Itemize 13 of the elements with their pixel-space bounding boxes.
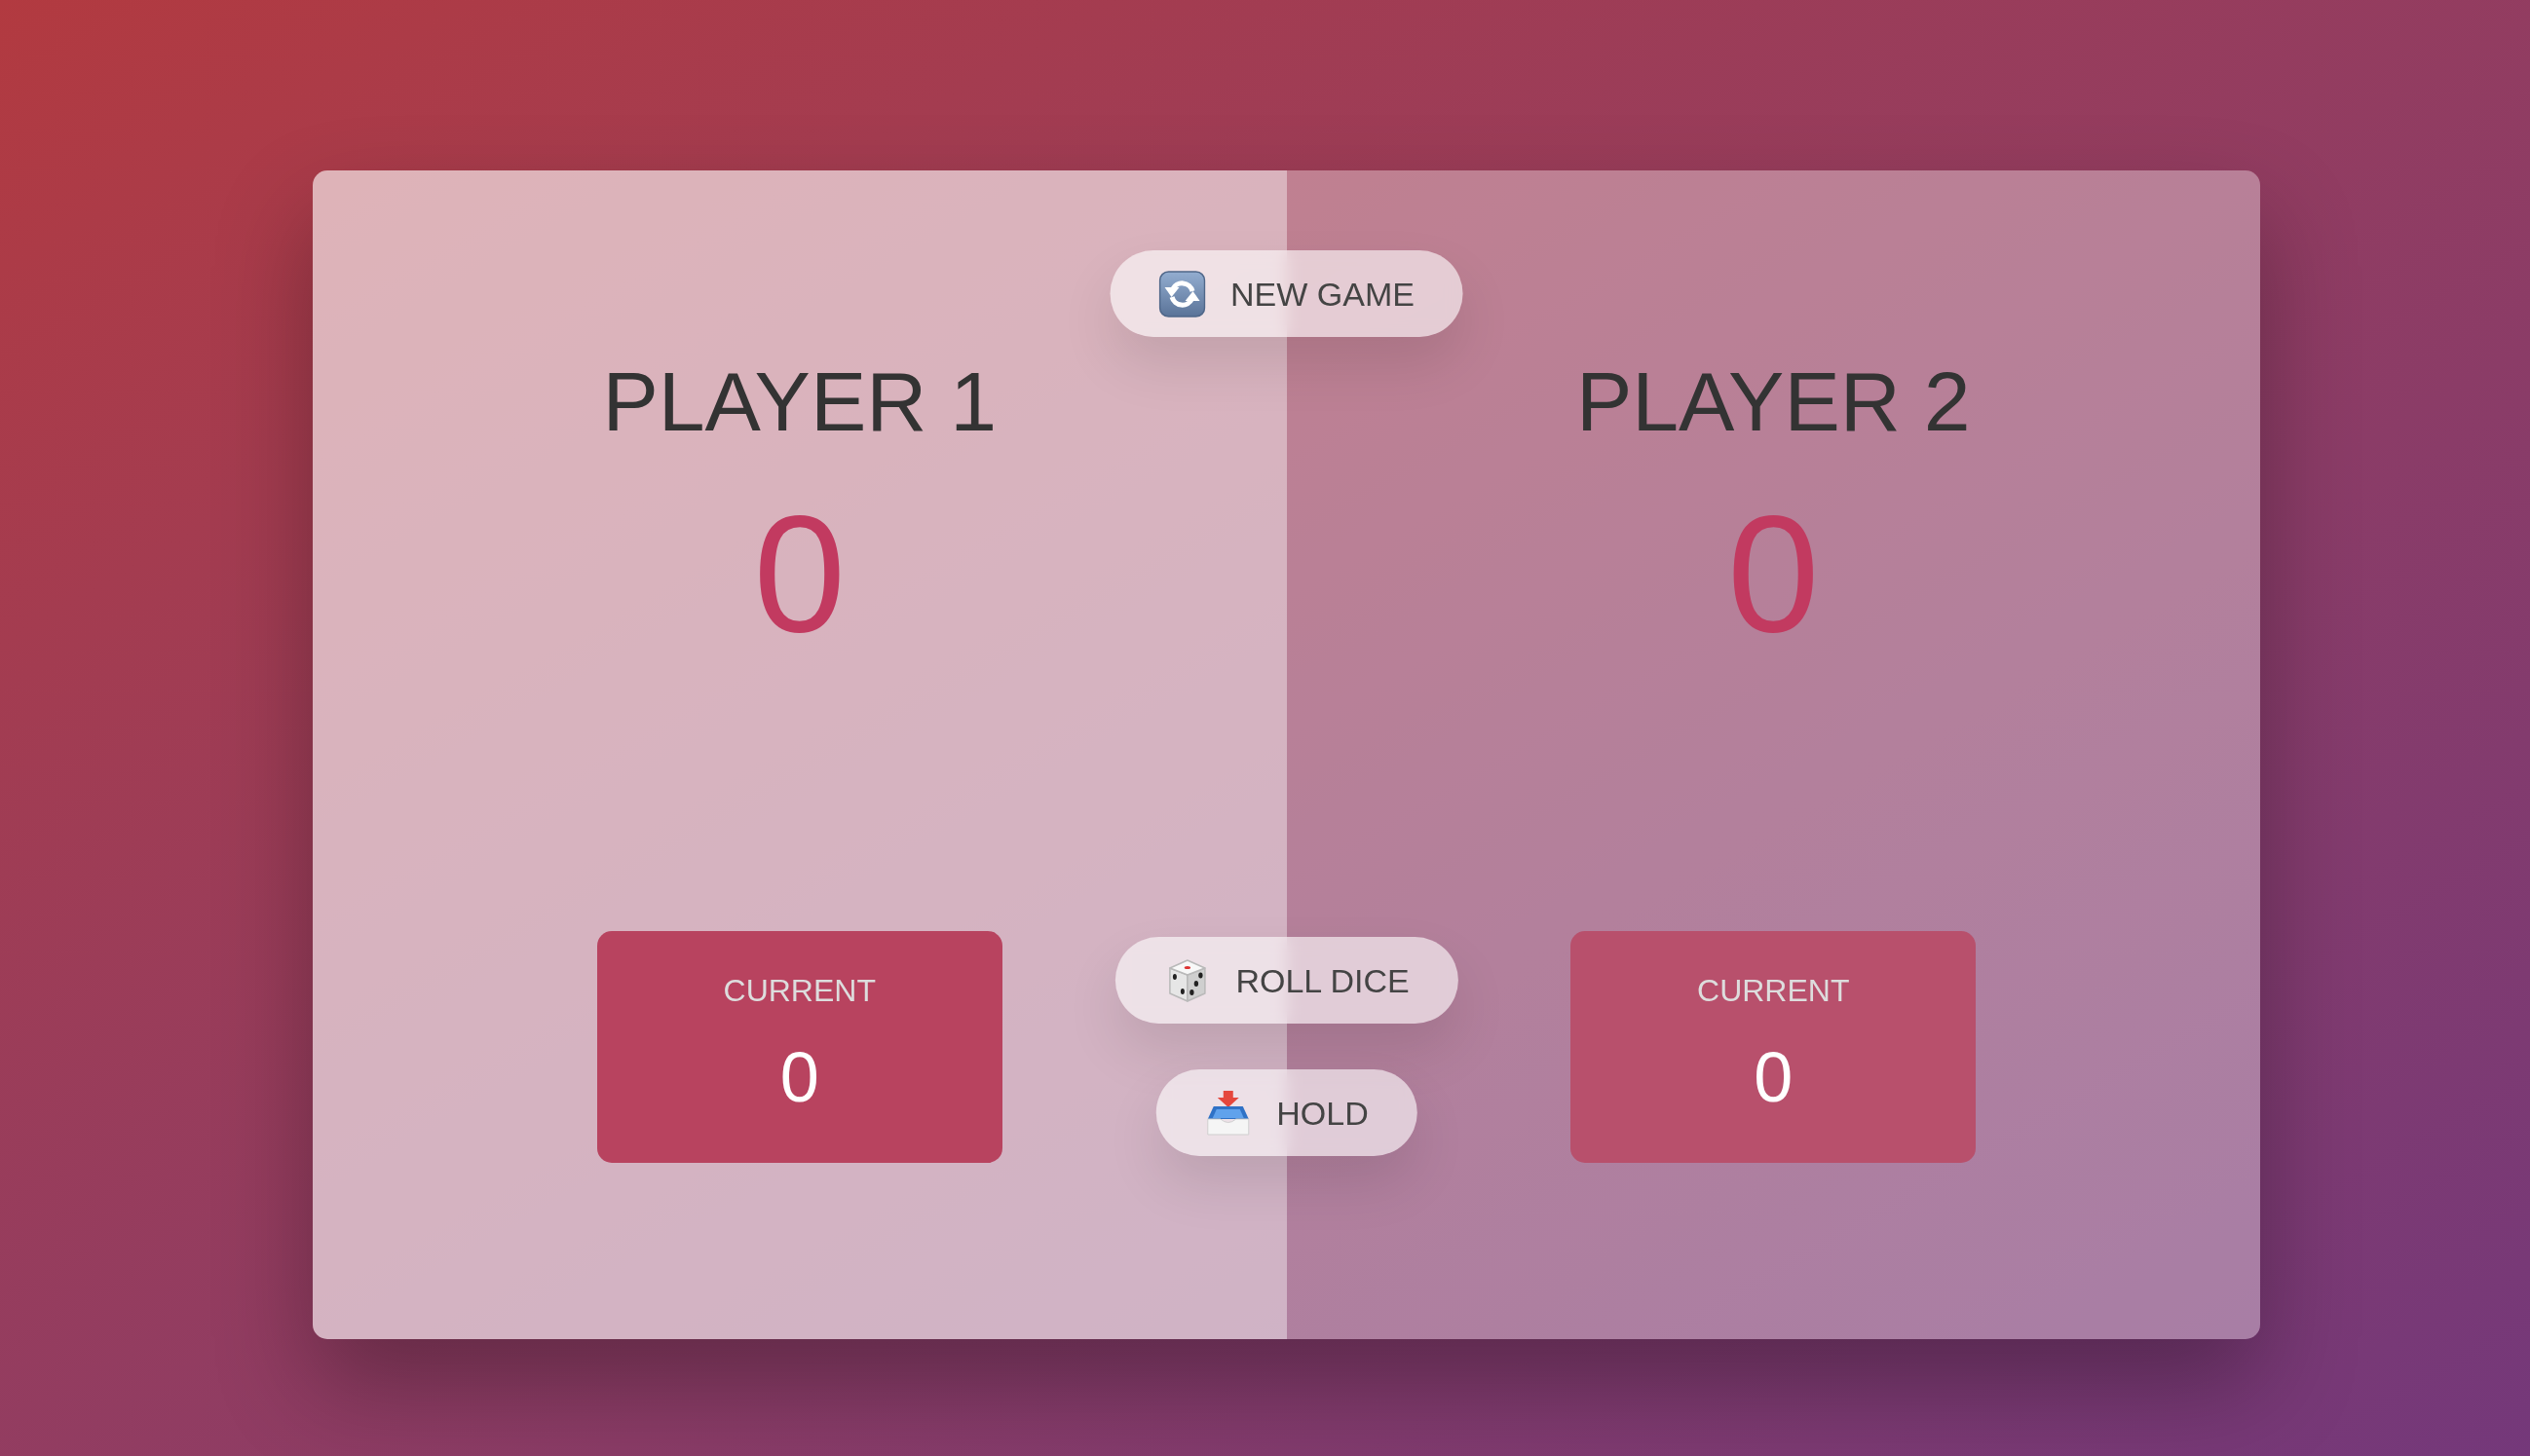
player-name: PLAYER 1 [602, 359, 998, 443]
current-label: CURRENT [1697, 975, 1850, 1006]
tray-arrow-icon [1204, 1089, 1252, 1137]
circular-arrows-icon [1158, 270, 1206, 317]
new-game-button[interactable]: NEW GAME [1110, 250, 1463, 337]
player-name: PLAYER 2 [1575, 359, 1971, 443]
current-score: 0 [1754, 1042, 1794, 1112]
total-score: 0 [1726, 491, 1820, 656]
current-score: 0 [779, 1042, 819, 1112]
current-label: CURRENT [723, 975, 876, 1006]
hold-button[interactable]: HOLD [1155, 1069, 1417, 1156]
total-score: 0 [753, 491, 846, 656]
roll-dice-button[interactable]: ROLL DICE [1114, 937, 1458, 1024]
